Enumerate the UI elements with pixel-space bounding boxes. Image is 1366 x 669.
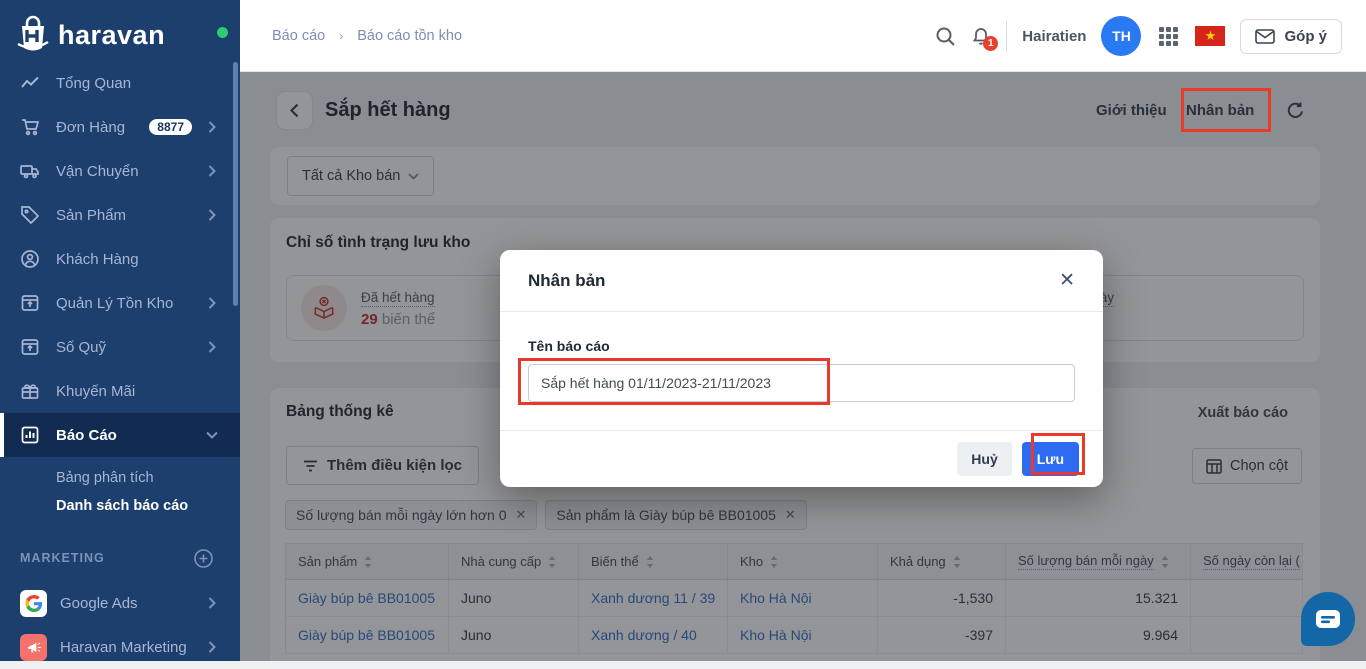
inventory-box-icon [20,293,40,313]
chevron-right-icon [202,297,222,309]
sidebar-item-van-chuyen[interactable]: Vận Chuyển [0,149,240,193]
sidebar: haravan Tổng Quan Đơn Hàng 8877 Vận Chuy… [0,0,240,661]
chevron-right-icon [202,165,222,177]
sidebar-scrollbar[interactable] [233,62,238,306]
avatar[interactable]: TH [1101,16,1141,56]
truck-icon [20,161,40,181]
tag-icon [20,205,40,225]
sidebar-item-bao-cao[interactable]: Báo Cáo [0,413,240,457]
sidebar-item-google-ads[interactable]: Google Ads [0,581,240,625]
sidebar-subitem-danh-sach-bao-cao[interactable]: Danh sách báo cáo [56,498,188,514]
feedback-button[interactable]: Góp ý [1240,19,1342,54]
add-marketing-channel-icon[interactable] [193,548,214,574]
sidebar-item-khuyen-mai[interactable]: Khuyến Mãi [0,369,240,413]
chevron-right-icon [202,341,222,353]
orders-count-badge: 8877 [149,119,192,135]
sidebar-item-tong-quan[interactable]: Tổng Quan [0,61,240,105]
cashbox-icon [20,337,40,357]
customer-icon [20,249,40,269]
vietnam-flag-icon[interactable]: ★ [1195,26,1225,46]
duplicate-report-modal: Nhân bản ✕ Tên báo cáo Huỷ Lưu [500,250,1103,487]
haravan-bag-icon [14,14,52,56]
store-name[interactable]: Hairatien [1022,28,1086,45]
cancel-button[interactable]: Huỷ [957,442,1011,476]
notification-count-badge: 1 [983,36,998,51]
close-icon[interactable]: ✕ [1059,269,1075,292]
sidebar-item-khach-hang[interactable]: Khách Hàng [0,237,240,281]
sidebar-subitem-bang-phan-tich[interactable]: Bảng phân tích [56,470,154,486]
line-chart-icon [20,73,40,93]
notifications-bell-icon[interactable]: 1 [971,26,991,47]
google-ads-icon [20,590,47,617]
gift-icon [20,381,40,401]
sidebar-item-don-hang[interactable]: Đơn Hàng 8877 [0,105,240,149]
breadcrumb-bao-cao-ton-kho[interactable]: Báo cáo tồn kho [357,28,462,44]
haravan-logo[interactable]: haravan [14,14,165,56]
search-icon[interactable] [935,26,956,47]
report-name-label: Tên báo cáo [528,338,1075,354]
logo-wordmark: haravan [58,20,165,51]
topbar-divider [1006,21,1007,51]
cart-icon [20,117,40,137]
marketing-section-header: MARKETING [20,551,105,565]
save-button[interactable]: Lưu [1022,442,1079,476]
sidebar-item-san-pham[interactable]: Sản Phẩm [0,193,240,237]
sidebar-item-quan-ly-ton-kho[interactable]: Quản Lý Tồn Kho [0,281,240,325]
chevron-right-icon [202,597,222,609]
chevron-right-icon [202,641,222,653]
report-name-input[interactable] [528,364,1075,402]
breadcrumb-separator-icon: › [339,29,343,43]
chevron-right-icon [202,209,222,221]
breadcrumb: Báo cáo › Báo cáo tồn kho [272,28,462,44]
chevron-down-icon [202,431,222,439]
topbar: Báo cáo › Báo cáo tồn kho 1 Hairatien TH… [240,0,1366,72]
haravan-marketing-icon [20,634,47,661]
chat-bubble-icon [1315,609,1341,629]
chevron-right-icon [202,121,222,133]
report-chart-icon [20,425,40,445]
envelope-icon [1255,29,1275,44]
modal-title: Nhân bản [528,271,605,291]
chat-widget-button[interactable] [1301,592,1355,646]
breadcrumb-bao-cao[interactable]: Báo cáo [272,28,325,44]
apps-grid-icon[interactable] [1156,24,1180,48]
sidebar-item-haravan-marketing[interactable]: Haravan Marketing [0,625,240,669]
sidebar-item-so-quy[interactable]: Số Quỹ [0,325,240,369]
online-status-dot [217,27,228,38]
